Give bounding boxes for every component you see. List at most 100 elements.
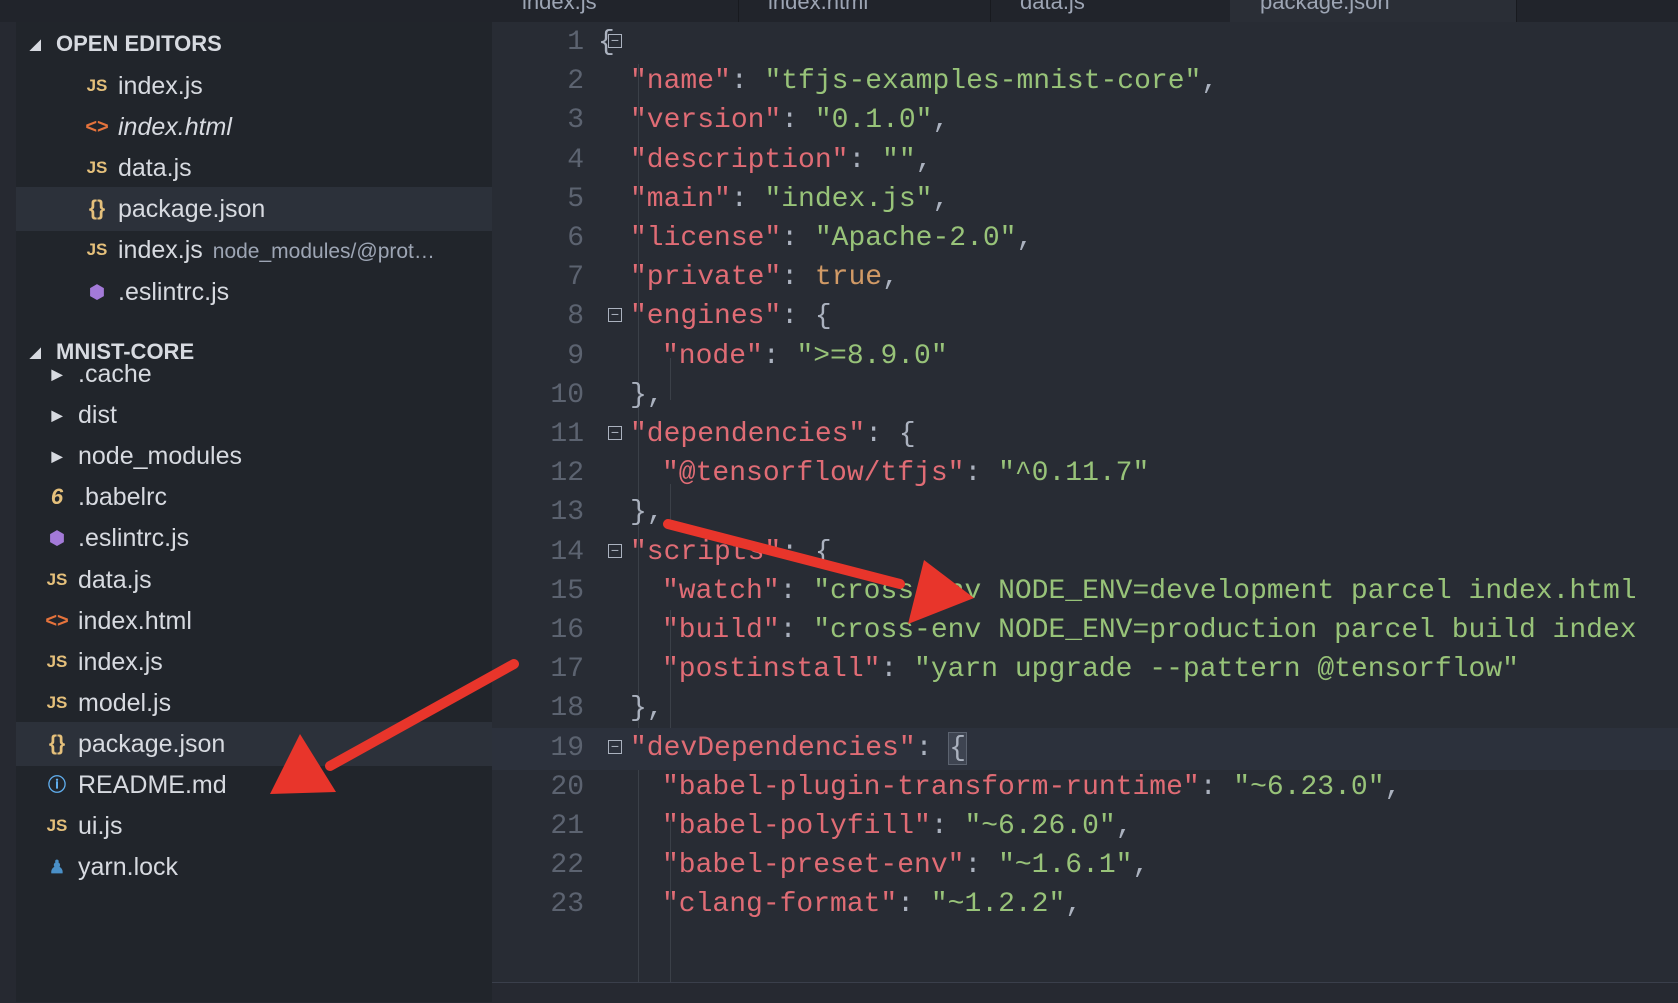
tab-index-js[interactable]: index.js <box>492 0 739 22</box>
code-token: "description" <box>630 144 849 176</box>
code-token: "Apache-2.0" <box>814 223 1017 254</box>
file-name: node_modules <box>78 434 242 478</box>
file-row[interactable]: <> index.html <box>16 599 492 643</box>
code-token: : { <box>781 301 832 333</box>
code-line[interactable]: 6 "license": "Apache-2.0", <box>492 218 1678 260</box>
file-row[interactable]: ⬢ .eslintrc.js <box>16 516 492 560</box>
code-line[interactable]: 21 "babel-polyfill": "~6.26.0", <box>492 806 1678 848</box>
file-row[interactable]: JS data.js <box>16 558 492 602</box>
file-name: data.js <box>118 146 192 190</box>
file-row[interactable]: ⓘ README.md <box>16 763 492 807</box>
file-row[interactable]: JS index.js <box>16 640 492 684</box>
code-token: "main" <box>630 183 731 215</box>
code-line[interactable]: 8 − "engines": { <box>492 296 1678 338</box>
file-row[interactable]: ▶ .cache <box>16 352 492 396</box>
file-name: README.md <box>78 763 227 807</box>
tab-data-js[interactable]: data.js <box>990 0 1231 22</box>
open-editors-header[interactable]: ◢ OPEN EDITORS <box>16 22 492 66</box>
file-row[interactable]: ▶ node_modules <box>16 434 492 478</box>
file-name-text: README.md <box>78 771 227 799</box>
code-line[interactable]: 23 "clang-format": "~1.2.2", <box>492 884 1678 926</box>
code-editor[interactable]: 1−{2 "name": "tfjs-examples-mnist-core", 3… <box>492 22 1678 982</box>
file-row[interactable]: JS index.js node_modules/@prot… <box>16 228 492 272</box>
code-line[interactable]: 18}, <box>492 688 1678 730</box>
code-token: "scripts" <box>630 536 782 568</box>
eslint-icon: ⬢ <box>89 281 105 302</box>
file-row[interactable]: ♟ yarn.lock <box>16 845 492 889</box>
code-token: : <box>964 850 999 882</box>
code-line[interactable]: 13}, <box>492 492 1678 534</box>
code-text: "babel-preset-env": "~1.6.1", <box>662 845 1149 887</box>
tab-package-json[interactable]: package.json <box>1230 0 1517 22</box>
js-icon: JS <box>46 651 68 671</box>
line-number: 9 <box>567 340 584 372</box>
code-line[interactable]: 4 "description": "", <box>492 140 1678 182</box>
code-line[interactable]: 20 "babel-plugin-transform-runtime": "~6.… <box>492 767 1678 809</box>
code-line[interactable]: 7 "private": true, <box>492 257 1678 299</box>
horizontal-scrollbar[interactable] <box>492 982 1678 1003</box>
code-token: : <box>897 889 931 921</box>
code-line[interactable]: 17 "postinstall": "yarn upgrade --pattern… <box>492 649 1678 691</box>
code-token: "node" <box>662 340 763 372</box>
code-line[interactable]: 9 "node": ">=8.9.0" <box>492 336 1678 378</box>
code-token: "watch" <box>662 575 780 607</box>
code-token: "" <box>882 144 916 176</box>
file-row[interactable]: JS index.js <box>16 64 492 108</box>
code-line[interactable]: 1−{ <box>492 22 1678 64</box>
open-editors-title: OPEN EDITORS <box>56 31 222 56</box>
code-line[interactable]: 14 − "scripts": { <box>492 532 1678 574</box>
folder-caret-icon: ▶ <box>51 407 63 424</box>
folder-caret-icon: ▶ <box>51 448 63 465</box>
file-name-text: package.json <box>78 729 226 758</box>
fold-toggle-icon[interactable]: − <box>608 425 622 440</box>
code-line[interactable]: 19 − "devDependencies": { <box>492 727 1678 770</box>
code-token: "~1.2.2" <box>930 889 1066 921</box>
code-line[interactable]: 11 − "dependencies": { <box>492 414 1678 456</box>
file-name-text: index.html <box>118 113 232 142</box>
file-name: .cache <box>78 352 152 396</box>
file-row[interactable]: {} package.json <box>16 721 492 766</box>
file-name: index.html <box>78 599 192 643</box>
code-token: }, <box>630 379 664 411</box>
file-name: dist <box>78 393 117 437</box>
code-token: "index.js" <box>764 183 933 215</box>
file-row[interactable]: JS ui.js <box>16 804 492 848</box>
js-icon: JS <box>46 692 68 712</box>
fold-toggle-icon[interactable]: − <box>608 543 622 558</box>
code-token: "dependencies" <box>630 419 866 450</box>
code-token: "version" <box>630 105 782 137</box>
code-line[interactable]: 16 "build": "cross-env NODE_ENV=productio… <box>492 610 1678 652</box>
folder-caret-icon: ▶ <box>51 366 63 382</box>
code-line[interactable]: 10}, <box>492 375 1678 417</box>
code-token: : <box>781 105 815 137</box>
code-line[interactable]: 12 "@tensorflow/tfjs": "^0.11.7" <box>492 453 1678 495</box>
code-line[interactable]: 5 "main": "index.js", <box>492 179 1678 221</box>
fold-toggle-icon[interactable]: − <box>608 307 622 323</box>
code-token: , <box>1065 889 1083 921</box>
tab-bar: index.js index.html data.js package.json <box>0 0 1678 22</box>
code-line[interactable]: 22 "babel-preset-env": "~1.6.1", <box>492 845 1678 887</box>
code-line[interactable]: 15 "watch": "cross-env NODE_ENV=developme… <box>492 571 1678 613</box>
file-row[interactable]: JS data.js <box>16 146 492 190</box>
code-line[interactable]: 3 "version": "0.1.0", <box>492 100 1678 142</box>
file-row[interactable]: {} package.json <box>16 187 492 232</box>
file-row[interactable]: 6 .babelrc <box>16 475 492 519</box>
tab-label: index.html <box>768 0 869 14</box>
file-name: yarn.lock <box>78 845 178 889</box>
code-token: : <box>730 183 765 215</box>
file-row[interactable]: ▶ dist <box>16 393 492 437</box>
file-row[interactable]: <> index.html <box>16 105 492 149</box>
code-token: , <box>1016 223 1034 254</box>
file-name: ui.js <box>78 804 122 848</box>
tab-index-html[interactable]: index.html <box>738 0 991 22</box>
code-line[interactable]: 2 "name": "tfjs-examples-mnist-core", <box>492 61 1678 103</box>
code-text: "@tensorflow/tfjs": "^0.11.7" <box>662 453 1149 495</box>
code-token: : <box>779 575 814 607</box>
code-text: "babel-polyfill": "~6.26.0", <box>662 806 1133 848</box>
line-number: 23 <box>550 889 584 921</box>
code-token: "cross-env NODE_ENV=production parcel bu… <box>813 615 1637 646</box>
file-row[interactable]: ⬢ .eslintrc.js <box>16 270 492 314</box>
fold-toggle-icon[interactable]: − <box>608 739 622 754</box>
file-row[interactable]: JS model.js <box>16 681 492 725</box>
line-number: 6 <box>567 223 584 254</box>
